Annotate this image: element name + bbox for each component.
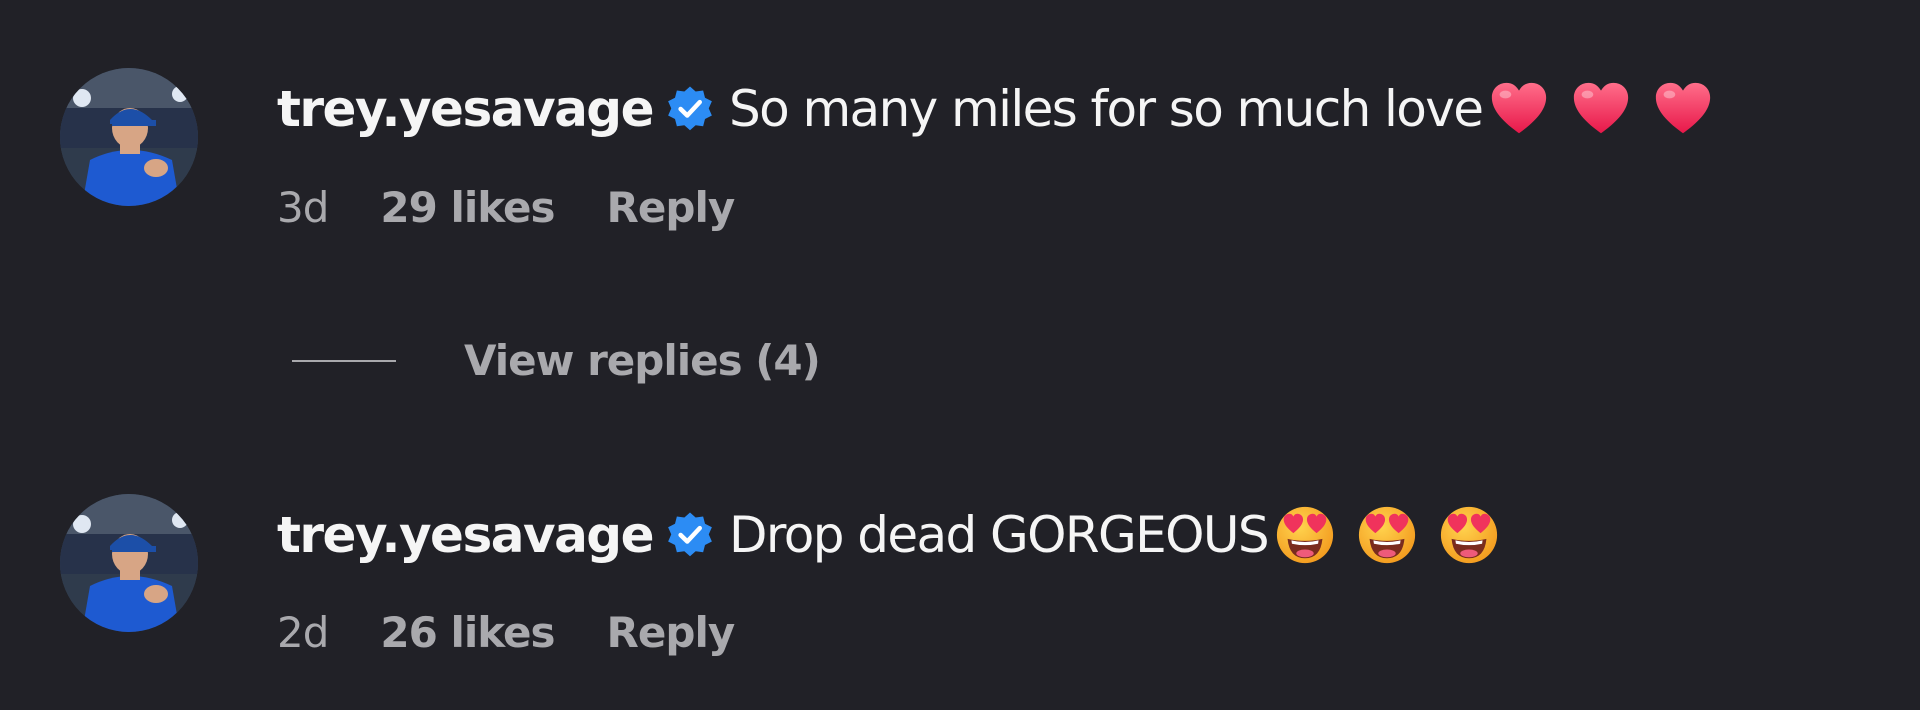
verified-badge-icon	[665, 510, 715, 560]
comment-emojis	[1274, 504, 1520, 566]
comment-text: So many miles for so much love	[729, 80, 1484, 138]
comment-text: Drop dead GORGEOUS	[729, 506, 1270, 564]
comment-timestamp: 2d	[277, 608, 329, 657]
comment-meta: 2d 26 likes Reply	[277, 608, 736, 657]
username-link[interactable]: trey.yesavage	[277, 506, 655, 564]
comments-list: trey.yesavage So many miles for so much …	[0, 0, 1920, 710]
comment-body: trey.yesavage So many miles for so much …	[277, 76, 1734, 142]
red-heart-icon	[1652, 78, 1714, 140]
view-replies-button[interactable]: View replies (4)	[292, 336, 821, 385]
avatar-image	[60, 494, 198, 632]
avatar-image	[60, 68, 198, 206]
comment-body: trey.yesavage Drop dead GORGEOUS	[277, 502, 1520, 568]
view-replies-divider	[292, 359, 396, 362]
username-link[interactable]: trey.yesavage	[277, 80, 655, 138]
likes-count[interactable]: 26 likes	[380, 608, 555, 657]
red-heart-icon	[1488, 78, 1550, 140]
view-replies-label: View replies (4)	[464, 336, 821, 385]
heart-eyes-face-icon	[1356, 504, 1418, 566]
avatar[interactable]	[60, 68, 198, 206]
red-heart-icon	[1570, 78, 1632, 140]
heart-eyes-face-icon	[1438, 504, 1500, 566]
heart-eyes-face-icon	[1274, 504, 1336, 566]
verified-badge-icon	[665, 84, 715, 134]
comment-timestamp: 3d	[277, 183, 329, 232]
likes-count[interactable]: 29 likes	[380, 183, 555, 232]
reply-button[interactable]: Reply	[607, 183, 736, 232]
comment-meta: 3d 29 likes Reply	[277, 183, 736, 232]
comment-emojis	[1488, 78, 1734, 140]
reply-button[interactable]: Reply	[607, 608, 736, 657]
avatar[interactable]	[60, 494, 198, 632]
